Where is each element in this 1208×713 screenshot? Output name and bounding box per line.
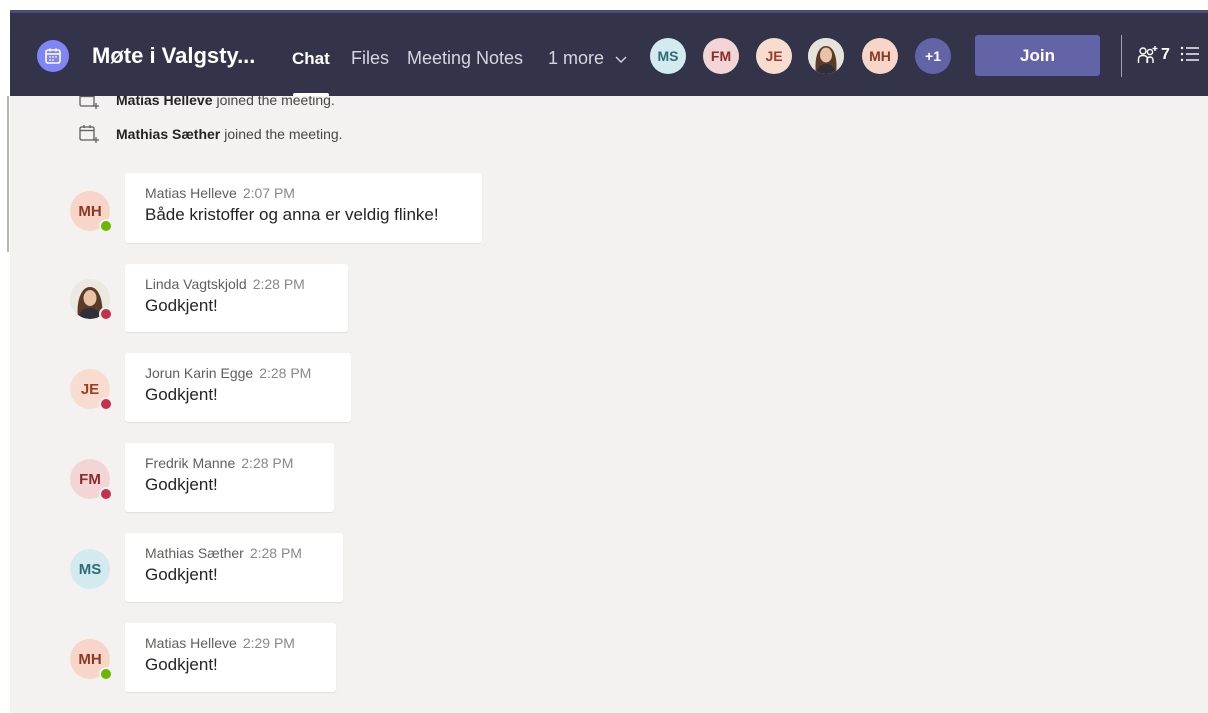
message-time: 2:29 PM	[242, 635, 295, 651]
participant-initials: MS	[657, 48, 679, 64]
author-avatar[interactable]: MS	[70, 549, 110, 589]
message-author: Matias Helleve	[145, 635, 237, 651]
tab-files[interactable]: Files	[351, 48, 389, 69]
message-time: 2:28 PM	[249, 545, 302, 561]
chat-message-list[interactable]: Matias Helleve joined the meeting. Mathi…	[10, 96, 1208, 713]
message-time: 2:07 PM	[242, 185, 295, 201]
author-avatar[interactable]: MH	[70, 191, 113, 233]
participant-avatar[interactable]: JE	[756, 38, 792, 74]
participant-avatar[interactable]: FM	[703, 38, 739, 74]
status-busy-icon	[99, 487, 113, 501]
avatar-initials: MH	[78, 650, 102, 668]
tab-chat[interactable]: Chat	[292, 49, 330, 69]
message-text: Både kristoffer og anna er veldig flinke…	[145, 205, 439, 224]
tab-meeting-notes[interactable]: Meeting Notes	[407, 48, 523, 69]
system-message-name: Mathias Sæther	[116, 126, 221, 142]
message-time: 2:28 PM	[252, 276, 305, 292]
status-busy-icon	[99, 307, 113, 321]
list-icon[interactable]	[1180, 45, 1200, 68]
message-author: Fredrik Manne	[145, 455, 236, 471]
message-bubble[interactable]: Mathias Sæther 2:28 PM Godkjent!	[125, 533, 343, 602]
participant-avatar[interactable]: MS	[650, 38, 686, 74]
message-author: Matias Helleve	[145, 185, 237, 201]
system-message-text: joined the meeting.	[216, 96, 335, 108]
message-author: Linda Vagtskjold	[145, 276, 247, 292]
avatar-initials: MS	[78, 560, 102, 578]
status-available-icon	[99, 219, 113, 233]
meeting-header: Møte i Valgsty... Chat Files Meeting Not…	[10, 10, 1208, 97]
status-available-icon	[99, 667, 113, 681]
system-message: Mathias Sæther joined the meeting.	[78, 124, 343, 144]
participants-button[interactable]: 7	[1137, 45, 1170, 65]
author-avatar[interactable]: MH	[70, 639, 113, 681]
message-bubble[interactable]: Fredrik Manne 2:28 PM Godkjent!	[125, 443, 334, 512]
calendar-icon[interactable]	[37, 40, 69, 72]
author-avatar[interactable]: JE	[70, 369, 113, 411]
message-text: Godkjent!	[145, 475, 218, 494]
message-bubble[interactable]: Matias Helleve 2:07 PM Både kristoffer og…	[125, 173, 482, 243]
chevron-down-icon	[615, 48, 627, 69]
meeting-title: Møte i Valgsty...	[92, 43, 256, 68]
join-button[interactable]: Join	[975, 35, 1100, 76]
avatar-initials: FM	[79, 470, 101, 488]
participant-initials: JE	[765, 48, 783, 64]
calendar-add-icon	[79, 125, 99, 143]
system-message-text: joined the meeting.	[224, 126, 343, 142]
participant-initials: +1	[925, 48, 941, 64]
status-busy-icon	[99, 397, 113, 411]
system-message: Matias Helleve joined the meeting.	[78, 96, 335, 110]
message-text: Godkjent!	[145, 565, 218, 584]
message-bubble[interactable]: Linda Vagtskjold 2:28 PM Godkjent!	[125, 264, 348, 332]
message-text: Godkjent!	[145, 296, 218, 315]
message-author: Jorun Karin Egge	[145, 365, 254, 381]
avatar-initials: JE	[80, 380, 100, 398]
message-bubble[interactable]: Jorun Karin Egge 2:28 PM Godkjent!	[125, 353, 351, 422]
participant-avatar[interactable]: MH	[862, 38, 898, 74]
author-avatar[interactable]: FM	[70, 459, 113, 501]
left-border-line	[7, 96, 9, 252]
person-photo-icon	[808, 38, 844, 74]
more-participants-badge[interactable]: +1	[915, 38, 951, 74]
author-photo-avatar[interactable]	[70, 279, 113, 321]
message-time: 2:28 PM	[241, 455, 294, 471]
message-text: Godkjent!	[145, 385, 218, 404]
tab-more[interactable]: 1 more	[548, 48, 627, 69]
tab-more-label: 1 more	[548, 48, 605, 68]
header-divider	[1121, 35, 1122, 77]
participant-photo-avatar[interactable]	[808, 38, 844, 74]
message-bubble[interactable]: Matias Helleve 2:29 PM Godkjent!	[125, 623, 336, 692]
message-text: Godkjent!	[145, 655, 218, 674]
system-message-name: Matias Helleve	[116, 96, 213, 108]
participant-initials: MH	[869, 48, 891, 64]
window-top-strip	[0, 0, 1208, 10]
message-time: 2:28 PM	[259, 365, 312, 381]
people-icon	[1137, 46, 1158, 63]
participant-count: 7	[1161, 46, 1170, 63]
message-author: Mathias Sæther	[145, 545, 244, 561]
avatar-initials: MH	[78, 202, 102, 220]
participant-initials: FM	[710, 48, 732, 64]
calendar-add-icon	[79, 96, 99, 109]
